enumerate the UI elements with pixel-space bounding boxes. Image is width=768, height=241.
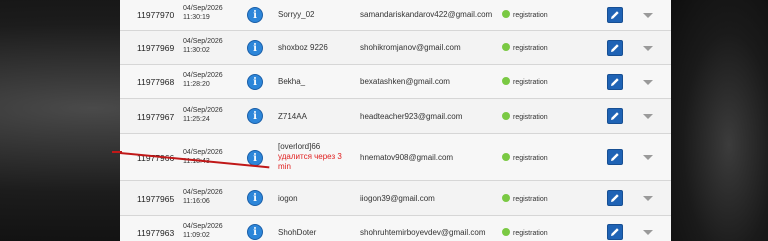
row-username: [overlord]66 [278, 142, 321, 151]
row-time: 11:28:20 [183, 81, 210, 88]
edit-button[interactable] [607, 7, 623, 23]
row-date: 04/Sep/2026 [183, 38, 223, 45]
edit-button[interactable] [607, 108, 623, 124]
row-email: shohikromjanov@gmail.com [360, 43, 461, 52]
edit-button[interactable] [607, 149, 623, 165]
pencil-icon [611, 11, 619, 19]
row-datetime: 04/Sep/2026 11:25:24 [183, 106, 223, 124]
info-icon[interactable]: i [247, 7, 263, 23]
status-dot-icon [502, 77, 510, 85]
chevron-down-icon[interactable] [643, 80, 653, 85]
row-username: ShohDoter [278, 228, 317, 237]
status-dot-icon [502, 43, 510, 51]
chevron-down-icon[interactable] [643, 114, 653, 119]
status-label: registration [513, 79, 548, 86]
row-datetime: 04/Sep/2026 11:30:19 [183, 4, 223, 22]
table-row: 11977970 04/Sep/2026 11:30:19 i Sorryy_0… [120, 0, 671, 31]
pencil-icon [611, 44, 619, 52]
row-date: 04/Sep/2026 [183, 72, 223, 79]
status-dot-icon [502, 153, 510, 161]
status-label: registration [513, 155, 548, 162]
row-email: headteacher923@gmail.com [360, 112, 463, 121]
row-datetime: 04/Sep/2026 11:16:06 [183, 188, 223, 206]
row-id: 11977965 [137, 194, 175, 204]
row-email: shohruhtemirboyevdev@gmail.com [360, 228, 486, 237]
info-icon[interactable]: i [247, 74, 263, 90]
row-username: Bekha_ [278, 77, 306, 86]
row-id: 11977969 [137, 43, 175, 53]
row-email: iiogon39@gmail.com [360, 194, 435, 203]
info-icon[interactable]: i [247, 108, 263, 124]
row-username: shoxboz 9226 [278, 43, 328, 52]
chevron-down-icon[interactable] [643, 155, 653, 160]
status-dot-icon [502, 112, 510, 120]
row-username: Z714AA [278, 112, 307, 121]
deletion-warning: удалится через 3 min [278, 152, 342, 171]
row-date: 04/Sep/2026 [183, 107, 223, 114]
row-datetime: 04/Sep/2026 11:09:02 [183, 222, 223, 240]
status-dot-icon [502, 228, 510, 236]
row-date: 04/Sep/2026 [183, 223, 223, 230]
pencil-icon [611, 228, 619, 236]
info-icon[interactable]: i [247, 40, 263, 56]
info-icon[interactable]: i [247, 224, 263, 240]
row-email: bexatashken@gmail.com [360, 77, 450, 86]
status-badge: registration [502, 77, 548, 86]
status-badge: registration [502, 43, 548, 52]
background-art-right [670, 0, 768, 241]
status-label: registration [513, 196, 548, 203]
status-label: registration [513, 12, 548, 19]
table-row: 11977968 04/Sep/2026 11:28:20 i Bekha_ b… [120, 65, 671, 99]
row-username: iogon [278, 194, 298, 203]
status-badge: registration [502, 228, 548, 237]
edit-button[interactable] [607, 74, 623, 90]
row-id: 11977967 [137, 112, 175, 122]
status-label: registration [513, 230, 548, 237]
row-datetime: 04/Sep/2026 11:30:02 [183, 37, 223, 55]
chevron-down-icon[interactable] [643, 196, 653, 201]
table-row: 11977966 04/Sep/2026 11:18:43 i [overlor… [120, 134, 671, 181]
table-row: 11977965 04/Sep/2026 11:16:06 i iogon ii… [120, 181, 671, 216]
status-label: registration [513, 45, 548, 52]
pencil-icon [611, 153, 619, 161]
row-time: 11:09:02 [183, 232, 210, 239]
status-badge: registration [502, 194, 548, 203]
row-username: Sorryy_02 [278, 10, 315, 19]
status-dot-icon [502, 194, 510, 202]
chevron-down-icon[interactable] [643, 13, 653, 18]
status-dot-icon [502, 10, 510, 18]
table-row: 11977967 04/Sep/2026 11:25:24 i Z714AA h… [120, 99, 671, 134]
row-time: 11:30:19 [183, 14, 210, 21]
row-id: 11977963 [137, 228, 175, 238]
registrations-table: 11977970 04/Sep/2026 11:30:19 i Sorryy_0… [120, 0, 671, 241]
edit-button[interactable] [607, 224, 623, 240]
row-time: 11:16:06 [183, 198, 210, 205]
chevron-down-icon[interactable] [643, 230, 653, 235]
status-label: registration [513, 114, 548, 121]
row-username-block: [overlord]66 удалится через 3 min [278, 142, 348, 172]
table-row: 11977963 04/Sep/2026 11:09:02 i ShohDote… [120, 216, 671, 241]
status-badge: registration [502, 10, 548, 19]
row-id: 11977968 [137, 77, 175, 87]
row-email: samandariskandarov422@gmail.com [360, 10, 493, 19]
status-badge: registration [502, 153, 548, 162]
pencil-icon [611, 112, 619, 120]
row-time: 11:30:02 [183, 47, 210, 54]
status-badge: registration [502, 112, 548, 121]
pencil-icon [611, 194, 619, 202]
info-icon[interactable]: i [247, 190, 263, 206]
table-row: 11977969 04/Sep/2026 11:30:02 i shoxboz … [120, 31, 671, 65]
edit-button[interactable] [607, 190, 623, 206]
chevron-down-icon[interactable] [643, 46, 653, 51]
row-datetime: 04/Sep/2026 11:28:20 [183, 71, 223, 89]
row-date: 04/Sep/2026 [183, 189, 223, 196]
row-id: 11977970 [137, 10, 175, 20]
row-date: 04/Sep/2026 [183, 149, 223, 156]
edit-button[interactable] [607, 40, 623, 56]
pencil-icon [611, 78, 619, 86]
row-time: 11:25:24 [183, 116, 210, 123]
row-date: 04/Sep/2026 [183, 5, 223, 12]
row-email: hnematov908@gmail.com [360, 153, 454, 162]
